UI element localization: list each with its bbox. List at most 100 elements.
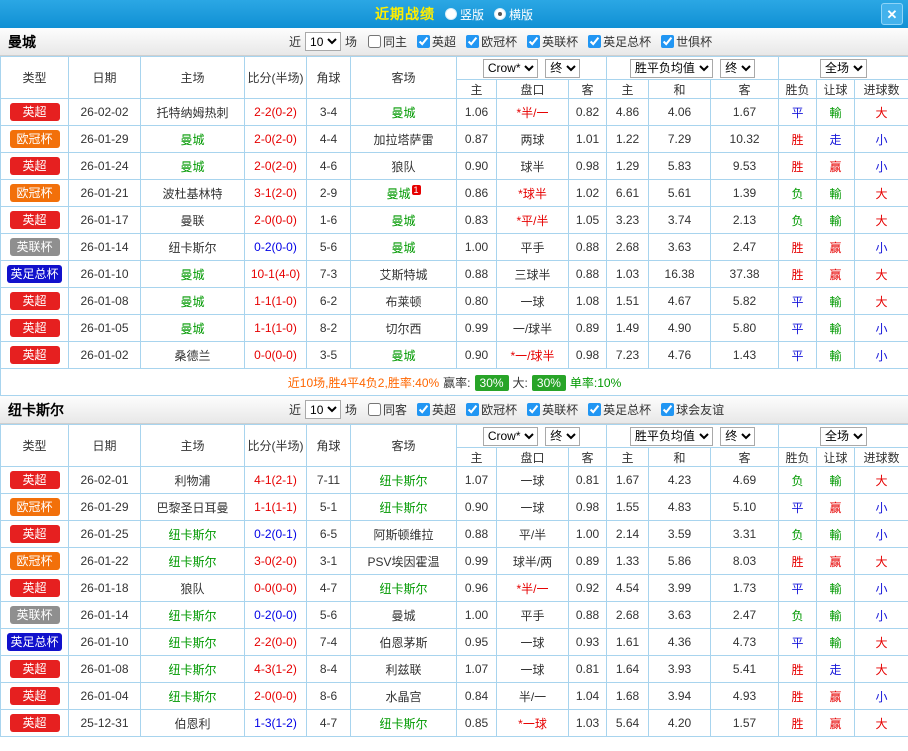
league-filter-欧冠杯[interactable]: 欧冠杯 — [466, 33, 517, 50]
match-row: 欧冠杯26-01-21波杜基林特3-1(2-0)2-9曼城10.86*球半1.0… — [1, 180, 908, 207]
league-filter-英足总杯[interactable]: 英足总杯 — [588, 33, 651, 50]
summary-segment: 大: — [513, 376, 528, 390]
league-filter-英超[interactable]: 英超 — [417, 33, 456, 50]
league-filter-英足总杯[interactable]: 英足总杯 — [588, 401, 651, 418]
match-date: 26-01-14 — [69, 234, 141, 261]
avg-draw-odds: 4.67 — [649, 288, 711, 315]
result: 负 — [779, 521, 817, 548]
competition-badge: 英联杯 — [10, 606, 60, 624]
league-filter-英联杯[interactable]: 英联杯 — [527, 33, 578, 50]
same-venue-checkbox[interactable] — [368, 35, 381, 48]
handicap: *一/球半 — [497, 342, 569, 369]
league-filter-世俱杯[interactable]: 世俱杯 — [661, 33, 712, 50]
matches-table: 类型 日期 主场 比分(半场) 角球 客场 Crow* 终 胜平负均值 终 — [0, 424, 908, 737]
league-filter-欧冠杯[interactable]: 欧冠杯 — [466, 401, 517, 418]
odds-source-select[interactable]: Crow* — [483, 427, 538, 446]
competition-cell: 英超 — [1, 99, 69, 126]
competition-cell: 欧冠杯 — [1, 548, 69, 575]
league-checkbox[interactable] — [417, 35, 430, 48]
odds-away: 0.98 — [569, 153, 607, 180]
radio-unselected-icon[interactable] — [445, 8, 457, 20]
avg-home-odds: 1.29 — [607, 153, 649, 180]
result: 负 — [779, 602, 817, 629]
league-checkbox[interactable] — [466, 35, 479, 48]
odds-time-select[interactable]: 终 — [545, 59, 580, 78]
competition-cell: 英超 — [1, 207, 69, 234]
layout-radio-horizontal[interactable]: 横版 — [494, 6, 533, 23]
radio-selected-icon[interactable] — [494, 8, 506, 20]
col-header-home: 主场 — [141, 57, 245, 99]
score: 0-0(0-0) — [245, 575, 307, 602]
competition-badge: 英超 — [10, 660, 60, 678]
avg-home-odds: 4.86 — [607, 99, 649, 126]
odds-home: 0.96 — [457, 575, 497, 602]
league-checkbox[interactable] — [661, 403, 674, 416]
match-row: 英超26-01-05曼城1-1(1-0)8-2切尔西0.99一/球半0.891.… — [1, 315, 908, 342]
handicap: 一球 — [497, 288, 569, 315]
league-checkbox[interactable] — [527, 403, 540, 416]
goals-result: 大 — [855, 710, 908, 737]
league-checkbox[interactable] — [527, 35, 540, 48]
same-venue-filter[interactable]: 同客 — [368, 401, 407, 418]
avg-source-select[interactable]: 胜平负均值 — [630, 59, 713, 78]
match-count-select[interactable]: 10 — [305, 400, 341, 419]
match-date: 26-01-24 — [69, 153, 141, 180]
avg-draw-odds: 4.23 — [649, 467, 711, 494]
close-button[interactable]: ✕ — [881, 3, 903, 25]
match-date: 26-01-10 — [69, 261, 141, 288]
goals-result: 小 — [855, 521, 908, 548]
scope-select[interactable]: 全场 — [820, 59, 867, 78]
match-date: 26-02-01 — [69, 467, 141, 494]
handicap: 一/球半 — [497, 315, 569, 342]
odds-home: 0.83 — [457, 207, 497, 234]
avg-draw-odds: 16.38 — [649, 261, 711, 288]
corners: 5-6 — [307, 234, 351, 261]
odds-time-select[interactable]: 终 — [545, 427, 580, 446]
competition-badge: 英超 — [10, 579, 60, 597]
home-team: 曼城 — [141, 153, 245, 180]
avg-draw-odds: 4.06 — [649, 99, 711, 126]
league-checkbox[interactable] — [661, 35, 674, 48]
avg-time-select[interactable]: 终 — [720, 427, 755, 446]
avg-away-odds: 1.67 — [711, 99, 779, 126]
corners: 1-6 — [307, 207, 351, 234]
away-team: 布莱顿 — [351, 288, 457, 315]
scope-select[interactable]: 全场 — [820, 427, 867, 446]
league-filter-英超[interactable]: 英超 — [417, 401, 456, 418]
titlebar-center: 近期战绩 竖版 横版 — [375, 4, 533, 24]
away-team: 曼城 — [351, 342, 457, 369]
odds-source-select[interactable]: Crow* — [483, 59, 538, 78]
col-header-type: 类型 — [1, 425, 69, 467]
match-row: 英超26-01-25纽卡斯尔0-2(0-1)6-5阿斯顿维拉0.88平/半1.0… — [1, 521, 908, 548]
goals-result: 小 — [855, 602, 908, 629]
away-team: 伯恩茅斯 — [351, 629, 457, 656]
competition-badge: 欧冠杯 — [10, 130, 60, 148]
league-checkbox[interactable] — [466, 403, 479, 416]
layout-radio-vertical[interactable]: 竖版 — [445, 6, 484, 23]
odds-away: 0.88 — [569, 261, 607, 288]
league-filter-球会友谊[interactable]: 球会友谊 — [661, 401, 724, 418]
league-label: 英足总杯 — [603, 33, 651, 50]
sub-header-odds-home: 主 — [457, 80, 497, 99]
league-checkbox[interactable] — [588, 403, 601, 416]
match-count-select[interactable]: 10 — [305, 32, 341, 51]
league-filter-英联杯[interactable]: 英联杯 — [527, 401, 578, 418]
same-venue-checkbox[interactable] — [368, 403, 381, 416]
odds-home: 0.88 — [457, 261, 497, 288]
away-team: 曼城 — [351, 207, 457, 234]
col-header-score: 比分(半场) — [245, 425, 307, 467]
league-checkbox[interactable] — [588, 35, 601, 48]
corners: 8-4 — [307, 656, 351, 683]
odds-away: 0.81 — [569, 467, 607, 494]
avg-source-select[interactable]: 胜平负均值 — [630, 427, 713, 446]
league-checkbox[interactable] — [417, 403, 430, 416]
competition-cell: 欧冠杯 — [1, 180, 69, 207]
avg-time-select[interactable]: 终 — [720, 59, 755, 78]
goals-result: 大 — [855, 99, 908, 126]
score: 4-3(1-2) — [245, 656, 307, 683]
same-venue-filter[interactable]: 同主 — [368, 33, 407, 50]
goals-result: 大 — [855, 207, 908, 234]
match-date: 26-01-17 — [69, 207, 141, 234]
match-date: 26-01-08 — [69, 288, 141, 315]
away-team: 纽卡斯尔 — [351, 710, 457, 737]
